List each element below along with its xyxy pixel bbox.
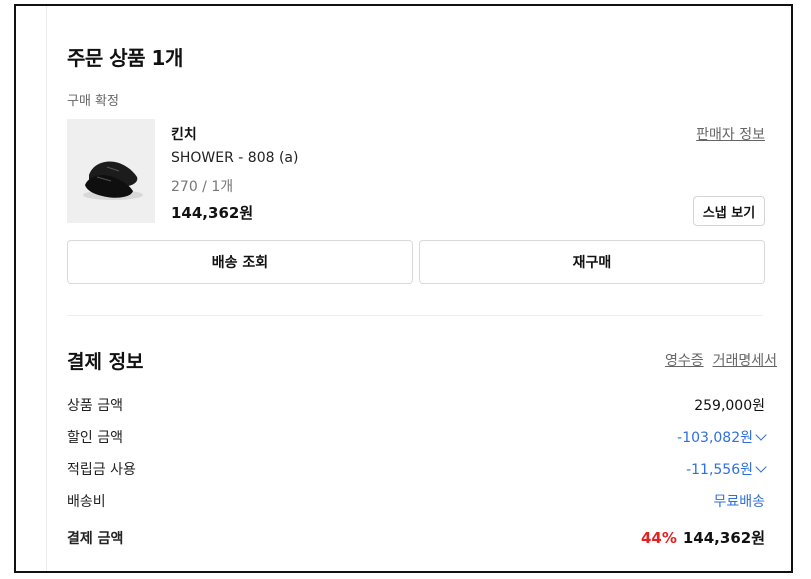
chevron-down-icon[interactable] [755, 429, 767, 441]
shipping-fee-row: 배송비 무료배송 [67, 491, 765, 511]
total-amount: 144,362원 [682, 529, 765, 547]
row-value: -11,556원 [686, 462, 753, 478]
product-brand[interactable]: 킨치 [171, 124, 197, 144]
row-label: 할인 금액 [67, 430, 123, 446]
row-label: 상품 금액 [67, 398, 123, 414]
row-value: 무료배송 [713, 494, 765, 510]
product-price: 144,362원 [171, 204, 254, 222]
statement-link[interactable]: 거래명세서 [713, 350, 777, 370]
payment-doc-links: 영수증 거래명세서 [665, 350, 777, 370]
product-option: 270 / 1개 [171, 179, 234, 195]
page-frame: 주문 상품 1개 구매 확정 킨치 SHOWER - 808 (a) 270 /… [14, 4, 793, 573]
rebuy-button[interactable]: 재구매 [419, 240, 765, 284]
total-amount-wrap: 44% 144,362원 [641, 527, 765, 548]
product-thumbnail[interactable] [67, 119, 155, 223]
seller-info-link[interactable]: 판매자 정보 [696, 124, 765, 144]
section-divider [67, 315, 763, 316]
points-used-row[interactable]: 적립금 사용 -11,556원 [67, 459, 767, 479]
chevron-down-icon[interactable] [755, 461, 767, 473]
product-amount-row: 상품 금액 259,000원 [67, 395, 765, 415]
shoe-image [83, 161, 143, 200]
total-label: 결제 금액 [67, 530, 124, 547]
snap-view-button[interactable]: 스냅 보기 [693, 196, 765, 226]
payment-info-title: 결제 정보 [67, 351, 144, 373]
row-label: 적립금 사용 [67, 462, 136, 478]
row-value-wrap[interactable]: -11,556원 [686, 459, 767, 479]
discount-rate: 44% [640, 529, 677, 547]
order-status: 구매 확정 [67, 94, 119, 109]
order-detail-panel: 주문 상품 1개 구매 확정 킨치 SHOWER - 808 (a) 270 /… [46, 6, 777, 571]
track-delivery-button[interactable]: 배송 조회 [67, 240, 413, 284]
receipt-link[interactable]: 영수증 [665, 350, 704, 370]
row-value-wrap[interactable]: -103,082원 [677, 427, 767, 447]
row-label: 배송비 [67, 494, 106, 510]
order-items-title: 주문 상품 1개 [67, 46, 183, 70]
total-payment-row: 결제 금액 44% 144,362원 [67, 527, 765, 548]
row-value: 259,000원 [694, 398, 765, 414]
row-value: -103,082원 [677, 430, 753, 446]
product-name[interactable]: SHOWER - 808 (a) [171, 150, 298, 166]
discount-amount-row[interactable]: 할인 금액 -103,082원 [67, 427, 767, 447]
